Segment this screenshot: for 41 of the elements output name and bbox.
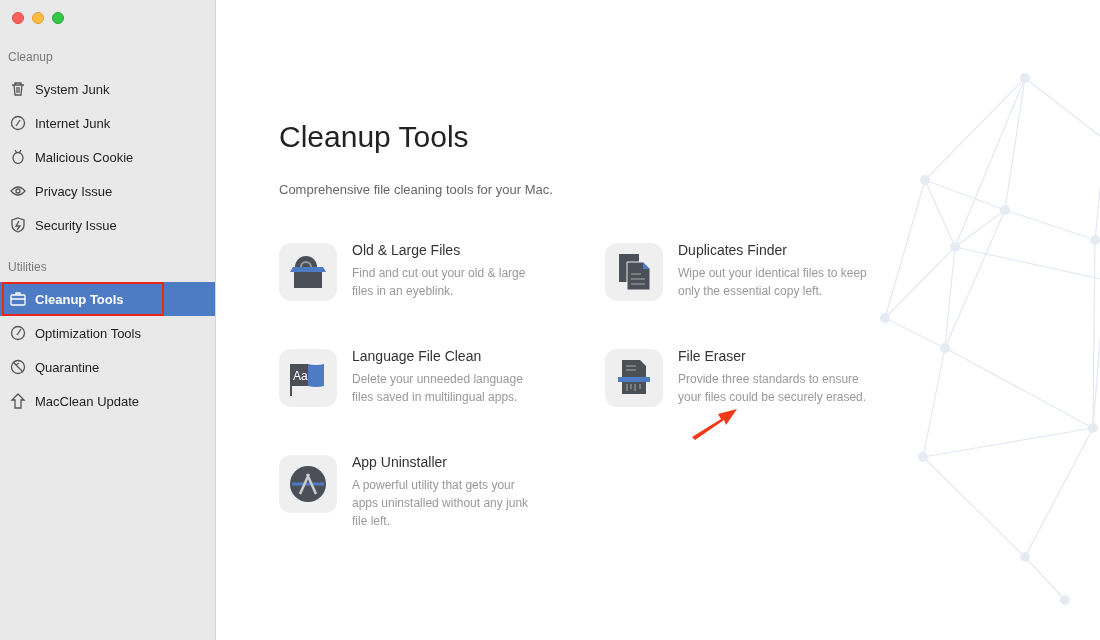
section-label: Cleanup — [7, 50, 54, 66]
eye-icon — [10, 183, 26, 199]
gauge-icon — [10, 325, 26, 341]
tool-tile[interactable] — [605, 349, 663, 407]
tool-name[interactable]: Duplicates Finder — [678, 242, 870, 258]
tool-description: Provide three standards to ensure your files could be securely erased. — [678, 371, 868, 406]
documents-icon — [617, 252, 651, 292]
sidebar-item[interactable]: Malicious Cookie — [0, 140, 215, 174]
sidebar-item[interactable]: System Junk — [0, 72, 215, 106]
page-title: Cleanup Tools — [279, 120, 470, 154]
sidebar-item[interactable]: MacClean Update — [0, 384, 215, 418]
page-subtitle: Comprehensive file cleaning tools for your Mac. — [279, 182, 554, 197]
shield-icon — [10, 217, 26, 233]
tool-tile[interactable] — [605, 243, 663, 301]
blocked-icon — [10, 359, 26, 375]
tool-tile[interactable] — [279, 243, 337, 301]
briefcase-icon — [10, 291, 26, 307]
tool-name[interactable]: Language File Clean — [352, 348, 544, 364]
sidebar-item[interactable]: Cleanup Tools — [0, 282, 215, 316]
tool-description: Wipe out your identical files to keep only the essential copy left. — [678, 265, 868, 300]
tool-name[interactable]: File Eraser — [678, 348, 870, 364]
tool-description: Find and cut out your old & large files in an eyeblink. — [352, 265, 527, 300]
bug-icon — [10, 149, 26, 165]
upload-arrow-icon — [10, 393, 26, 409]
trash-icon — [10, 81, 26, 97]
sidebar-item[interactable]: Security Issue — [0, 208, 215, 242]
tool-description: Delete your unneeded language files saved in multilingual apps. — [352, 371, 524, 406]
sidebar-item[interactable]: Internet Junk — [0, 106, 215, 140]
tool-name[interactable]: Old & Large Files — [352, 242, 544, 258]
app-tools-icon — [288, 464, 328, 504]
box-icon — [288, 254, 328, 290]
tool-name[interactable]: App Uninstaller — [352, 454, 544, 470]
section-label: Utilities — [7, 260, 48, 276]
close-button[interactable] — [12, 12, 24, 24]
tool-tile[interactable] — [279, 455, 337, 513]
sidebar-item[interactable]: Optimization Tools — [0, 316, 215, 350]
sidebar-item[interactable]: Privacy Issue — [0, 174, 215, 208]
tool-tile[interactable]: Aa — [279, 349, 337, 407]
sidebar-item[interactable]: Quarantine — [0, 350, 215, 384]
compass-icon — [10, 115, 26, 131]
tool-description: A powerful utility that gets your apps uninstalled without any junk file left. — [352, 477, 530, 530]
